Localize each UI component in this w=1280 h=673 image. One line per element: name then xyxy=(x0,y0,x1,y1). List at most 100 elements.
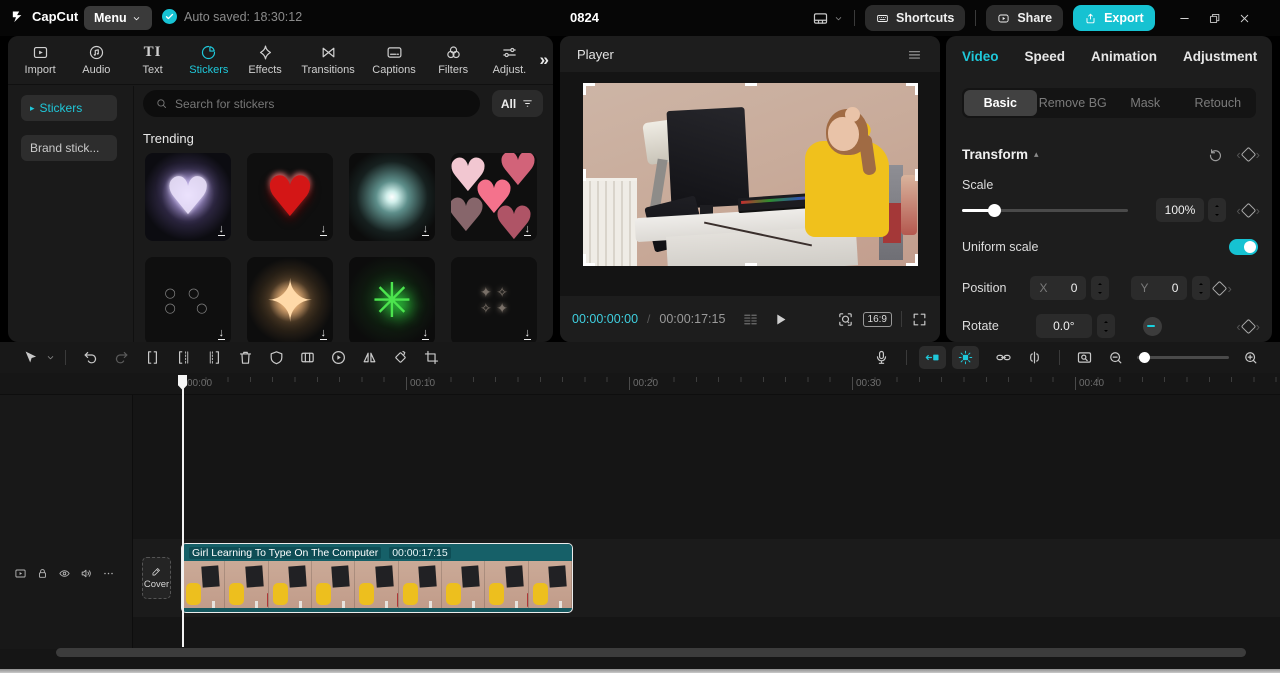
toolbar-item-adjust[interactable]: Adjust. xyxy=(481,44,537,76)
download-icon[interactable]: ↓ xyxy=(523,223,531,236)
sticker-tile-dim-sparkle-stars[interactable]: ↓ xyxy=(451,257,537,342)
scale-value[interactable]: 100% xyxy=(1156,198,1204,222)
delete-right-button[interactable] xyxy=(199,349,230,366)
speaker-icon[interactable] xyxy=(80,567,93,580)
zoom-in-button[interactable] xyxy=(1235,349,1266,366)
timeline-zoom-thumb[interactable] xyxy=(1139,352,1150,363)
scale-stepper[interactable] xyxy=(1208,198,1226,222)
sticker-search[interactable] xyxy=(143,90,480,117)
download-icon[interactable]: ↓ xyxy=(217,223,225,236)
preview-quality-icon[interactable] xyxy=(837,311,854,328)
export-button[interactable]: Export xyxy=(1073,5,1155,31)
subtab-mask[interactable]: Mask xyxy=(1109,90,1182,116)
download-icon[interactable]: ↓ xyxy=(523,327,531,340)
cover-button[interactable]: Cover xyxy=(142,557,171,599)
toolbar-item-filters[interactable]: Filters xyxy=(425,44,481,76)
fullscreen-icon[interactable] xyxy=(911,311,928,328)
sticker-tile-golden-lens-flare[interactable]: ↓ xyxy=(247,257,333,342)
sticker-tile-green-firework-burst[interactable]: ↓ xyxy=(349,257,435,342)
uniform-scale-toggle[interactable] xyxy=(1229,239,1258,255)
position-y-stepper[interactable] xyxy=(1192,276,1211,300)
aspect-ratio-button[interactable]: 16:9 xyxy=(862,311,892,327)
zoom-out-button[interactable] xyxy=(1100,349,1131,366)
timeline-ruler[interactable]: 00:00 00:10 00:20 00:30 00:40 xyxy=(0,373,1280,395)
restore-button[interactable] xyxy=(1201,5,1229,31)
select-tool[interactable] xyxy=(14,349,45,366)
download-icon[interactable]: ↓ xyxy=(421,327,429,340)
select-tool-caret[interactable] xyxy=(45,352,56,363)
sticker-tile-red-glossy-heart[interactable]: ↓ xyxy=(247,153,333,241)
subtab-basic[interactable]: Basic xyxy=(964,90,1037,116)
auto-snap-toggle[interactable] xyxy=(919,346,946,369)
thumbnail-preview-button[interactable] xyxy=(1069,349,1100,366)
reset-icon[interactable] xyxy=(1207,146,1224,163)
download-icon[interactable]: ↓ xyxy=(421,223,429,236)
minimize-button[interactable] xyxy=(1171,5,1199,31)
selection-handle[interactable] xyxy=(915,169,918,181)
search-input[interactable] xyxy=(175,96,468,111)
crop-button[interactable] xyxy=(416,349,447,366)
selection-handle[interactable] xyxy=(745,83,757,86)
horizontal-scrollbar[interactable] xyxy=(56,648,1246,657)
unlink-button[interactable] xyxy=(1019,349,1050,366)
toolbar-item-audio[interactable]: Audio xyxy=(68,44,124,76)
mask-button[interactable] xyxy=(261,349,292,366)
rotate-field[interactable]: 0.0° xyxy=(1035,314,1092,338)
selection-handle[interactable] xyxy=(745,263,757,266)
toolbar-item-captions[interactable]: Captions xyxy=(363,44,425,76)
overlay-button[interactable] xyxy=(292,349,323,366)
delete-left-button[interactable] xyxy=(168,349,199,366)
redo-button[interactable] xyxy=(106,349,137,366)
link-button[interactable] xyxy=(988,349,1019,366)
selection-handle[interactable] xyxy=(915,254,918,266)
filter-all-button[interactable]: All xyxy=(492,90,543,117)
preview-frames-toggle[interactable] xyxy=(952,346,979,369)
download-icon[interactable]: ↓ xyxy=(319,223,327,236)
toolbar-item-effects[interactable]: Effects xyxy=(237,44,293,76)
sidebar-item-brand-stickers[interactable]: Brand stick... xyxy=(21,135,117,161)
timeline-zoom-slider[interactable] xyxy=(1137,352,1229,363)
rotate-dial[interactable] xyxy=(1142,316,1162,336)
video-clip[interactable]: Girl Learning To Type On The Computer 00… xyxy=(181,543,573,613)
split-button[interactable] xyxy=(137,349,168,366)
shortcuts-button[interactable]: Shortcuts xyxy=(865,5,966,31)
toolbar-item-text[interactable]: TI Text xyxy=(124,44,180,76)
scale-slider[interactable] xyxy=(962,203,1128,217)
freeze-frame-button[interactable] xyxy=(323,349,354,366)
tab-video[interactable]: Video xyxy=(962,49,999,64)
collapse-caret[interactable]: ▴ xyxy=(1034,149,1039,160)
playhead-line[interactable] xyxy=(182,375,184,647)
rotate-stepper[interactable] xyxy=(1096,314,1115,338)
sticker-tile-dark-bubbles[interactable]: ↓ xyxy=(145,257,231,342)
sticker-tile-sparkling-heart-firework[interactable]: ↓ xyxy=(145,153,231,241)
video-preview[interactable] xyxy=(583,83,918,266)
delete-button[interactable] xyxy=(230,349,261,366)
mirror-button[interactable] xyxy=(354,349,385,366)
position-x-field[interactable]: X 0 xyxy=(1030,276,1087,300)
toolbar-item-stickers[interactable]: Stickers xyxy=(181,44,237,76)
lock-icon[interactable] xyxy=(36,567,49,580)
position-y-field[interactable]: Y 0 xyxy=(1131,276,1188,300)
sticker-tile-pink-hearts-cluster[interactable]: ↓ xyxy=(451,153,537,241)
undo-button[interactable] xyxy=(75,349,106,366)
close-button[interactable] xyxy=(1231,5,1259,31)
play-button[interactable] xyxy=(772,311,789,328)
rotate-button[interactable] xyxy=(385,349,416,366)
scale-slider-thumb[interactable] xyxy=(988,203,1001,217)
share-button[interactable]: Share xyxy=(986,5,1064,31)
position-x-stepper[interactable] xyxy=(1091,276,1110,300)
eye-icon[interactable] xyxy=(58,567,71,580)
menu-button[interactable]: Menu xyxy=(84,6,152,30)
selection-handle[interactable] xyxy=(915,83,918,95)
sidebar-item-stickers[interactable]: ▸ Stickers xyxy=(21,95,117,121)
selection-handle[interactable] xyxy=(583,83,586,95)
player-menu-icon[interactable] xyxy=(906,46,923,63)
record-voiceover-button[interactable] xyxy=(866,349,897,366)
selection-handle[interactable] xyxy=(583,254,586,266)
download-icon[interactable]: ↓ xyxy=(319,327,327,340)
frame-pages-icon[interactable] xyxy=(742,311,759,328)
tab-speed[interactable]: Speed xyxy=(1025,49,1066,64)
subtab-retouch[interactable]: Retouch xyxy=(1182,90,1255,116)
subtab-remove-bg[interactable]: Remove BG xyxy=(1037,90,1110,116)
toolbar-more-chevron[interactable]: » xyxy=(540,50,549,70)
